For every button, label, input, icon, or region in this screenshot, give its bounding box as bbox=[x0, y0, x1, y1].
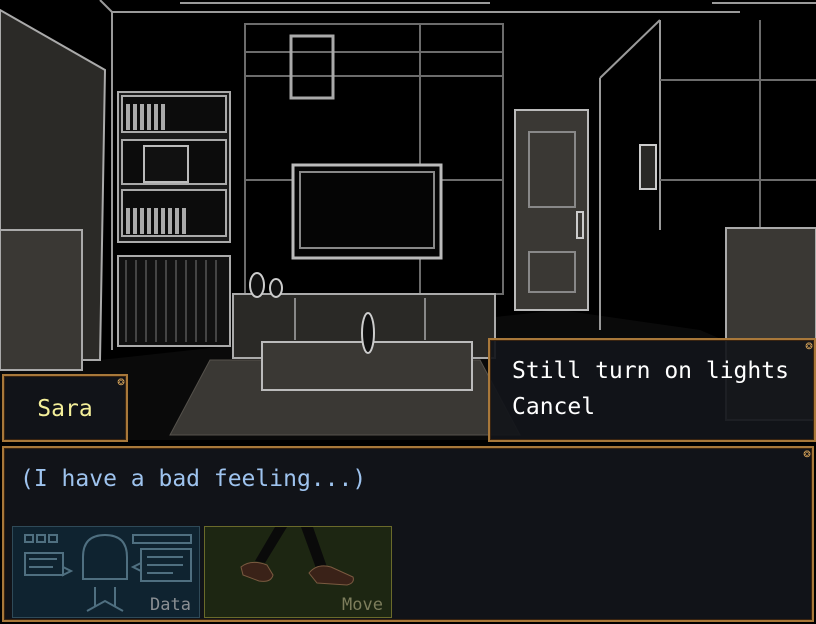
choice-still-turn-on-lights[interactable]: Still turn on lights bbox=[512, 358, 789, 384]
data-button-label: Data bbox=[150, 595, 191, 615]
window-corner-ornament-icon: ❂ bbox=[117, 374, 125, 388]
speaker-name-box: ❂ Sara bbox=[2, 374, 128, 442]
television bbox=[291, 163, 443, 260]
bookshelf bbox=[117, 91, 231, 347]
speaker-name: Sara bbox=[37, 396, 93, 422]
dialogue-text: (I have a bad feeling...) bbox=[20, 466, 367, 492]
move-button-label: Move bbox=[342, 595, 383, 615]
door bbox=[514, 109, 589, 311]
light-switch bbox=[639, 144, 657, 190]
window-corner-ornament-icon: ❂ bbox=[805, 338, 813, 352]
move-button[interactable]: Move bbox=[204, 526, 392, 618]
message-window: ❂ (I have a bad feeling...) Data Move bbox=[2, 446, 814, 622]
data-button[interactable]: Data bbox=[12, 526, 200, 618]
choice-menu: ❂ Still turn on lights Cancel bbox=[488, 338, 816, 442]
choice-cancel[interactable]: Cancel bbox=[512, 394, 595, 420]
window-corner-ornament-icon: ❂ bbox=[803, 446, 811, 460]
